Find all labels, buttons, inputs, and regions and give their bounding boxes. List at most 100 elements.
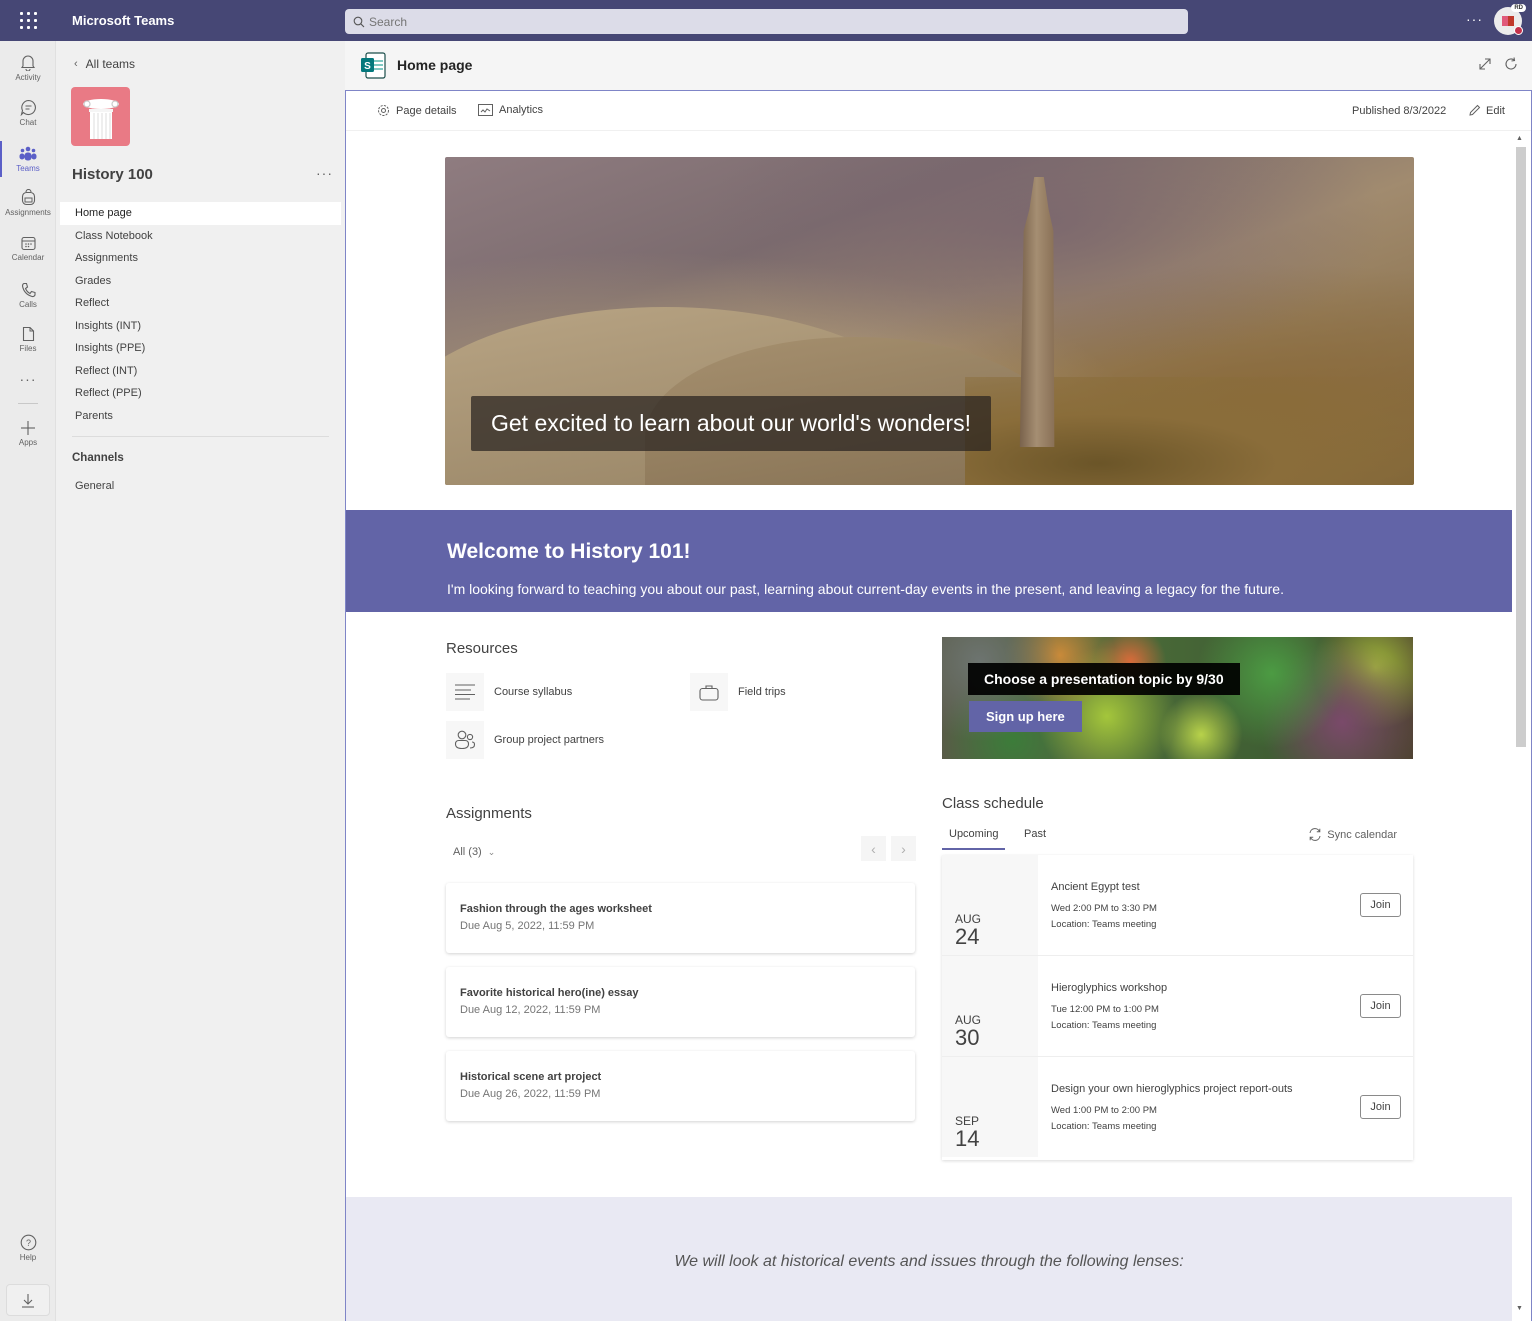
sharepoint-page-frame: Page details Analytics Published 8/3/202… (345, 90, 1532, 1321)
chevron-down-icon: ⌄ (487, 846, 496, 857)
briefcase-icon (690, 673, 728, 711)
join-button[interactable]: Join (1360, 1095, 1401, 1119)
search-bar[interactable] (345, 9, 1188, 34)
people-icon (446, 721, 484, 759)
assignment-card[interactable]: Favorite historical hero(ine) essay Due … (446, 967, 915, 1037)
scroll-up-arrow[interactable]: ▲ (1516, 135, 1523, 142)
phone-icon (21, 282, 36, 297)
app-rail: Activity Chat Teams Assignments Calendar… (0, 41, 56, 1321)
join-button[interactable]: Join (1360, 893, 1401, 917)
team-nav-insights-ppe[interactable]: Insights (PPE) (60, 337, 341, 360)
sharepoint-icon: S (361, 52, 386, 79)
app-launcher-button[interactable] (0, 0, 56, 41)
resource-group-project-partners[interactable]: Group project partners (446, 721, 604, 759)
waffle-icon (19, 12, 37, 29)
lines-icon (446, 673, 484, 711)
scrollbar-thumb[interactable] (1516, 147, 1526, 747)
rail-item-assignments[interactable]: Assignments (0, 181, 56, 225)
resource-course-syllabus[interactable]: Course syllabus (446, 673, 572, 711)
event-title: Design your own hieroglyphics project re… (1051, 1083, 1293, 1095)
rail-item-help[interactable]: ? Help (0, 1226, 56, 1270)
team-nav-insights-int[interactable]: Insights (INT) (60, 315, 341, 338)
plus-icon (21, 420, 35, 435)
team-nav-reflect-int[interactable]: Reflect (INT) (60, 360, 341, 383)
event-date: SEP 14 (942, 1057, 1038, 1157)
more-icon: ··· (19, 371, 37, 387)
team-sidebar: ‹ All teams History 100 ··· Home page Cl… (56, 41, 345, 1321)
all-teams-link[interactable]: ‹ All teams (74, 57, 135, 71)
previous-page-button[interactable]: ‹ (861, 836, 886, 861)
hero-banner[interactable]: Get excited to learn about our world's w… (445, 157, 1414, 485)
team-nav-class-notebook[interactable]: Class Notebook (60, 225, 341, 248)
header-actions (1478, 57, 1518, 71)
team-nav-grades[interactable]: Grades (60, 270, 341, 293)
lenses-section: We will look at historical events and is… (346, 1197, 1512, 1321)
rail-item-teams[interactable]: Teams (0, 137, 56, 181)
rail-item-activity[interactable]: Activity (0, 46, 56, 90)
rail-item-calls[interactable]: Calls (0, 273, 56, 317)
rail-item-calendar[interactable]: Calendar (0, 227, 56, 271)
rail-item-files[interactable]: Files (0, 317, 56, 361)
join-button[interactable]: Join (1360, 994, 1401, 1018)
expand-icon[interactable] (1478, 57, 1492, 71)
team-nav-parents[interactable]: Parents (60, 405, 341, 428)
channel-general[interactable]: General (75, 480, 114, 492)
team-nav-assignments[interactable]: Assignments (60, 247, 341, 270)
profile-avatar[interactable]: RD (1494, 4, 1526, 35)
channels-heading: Channels (72, 452, 124, 464)
pencil-icon (1469, 104, 1481, 116)
promo-caption: Choose a presentation topic by 9/30 (968, 663, 1240, 695)
schedule-event[interactable]: AUG 30 Hieroglyphics workshop Tue 12:00 … (942, 956, 1413, 1057)
sign-up-button[interactable]: Sign up here (969, 701, 1082, 732)
rail-divider (18, 403, 38, 404)
command-bar: Page details Analytics Published 8/3/202… (346, 91, 1531, 131)
assignment-title: Favorite historical hero(ine) essay (460, 987, 639, 999)
download-button[interactable] (6, 1284, 50, 1316)
scroll-down-arrow[interactable]: ▼ (1516, 1305, 1523, 1312)
edit-button[interactable]: Edit (1468, 104, 1505, 117)
schedule-event[interactable]: AUG 24 Ancient Egypt test Wed 2:00 PM to… (942, 855, 1413, 956)
tab-upcoming[interactable]: Upcoming (942, 828, 1005, 850)
event-time: Tue 12:00 PM to 1:00 PM (1051, 1004, 1159, 1015)
rail-more-apps-button[interactable]: ··· (0, 357, 56, 401)
assignment-due: Due Aug 26, 2022, 11:59 PM (460, 1088, 601, 1100)
assignments-filter-dropdown[interactable]: All (3) ⌄ (453, 846, 495, 858)
rail-item-apps[interactable]: Apps (0, 411, 56, 455)
more-options-button[interactable]: ··· (1466, 11, 1483, 27)
resource-field-trips[interactable]: Field trips (690, 673, 786, 711)
assignment-title: Fashion through the ages worksheet (460, 903, 652, 915)
assignment-card[interactable]: Fashion through the ages worksheet Due A… (446, 883, 915, 953)
schedule-event[interactable]: SEP 14 Design your own hieroglyphics pro… (942, 1057, 1413, 1158)
page-title: Home page (397, 57, 473, 73)
chevron-left-icon: ‹ (871, 840, 876, 857)
tab-past[interactable]: Past (1017, 828, 1052, 848)
rail-item-chat[interactable]: Chat (0, 91, 56, 135)
welcome-text: I'm looking forward to teaching you abou… (447, 581, 1284, 597)
sync-calendar-button[interactable]: Sync calendar (1308, 828, 1397, 841)
assignment-card[interactable]: Historical scene art project Due Aug 26,… (446, 1051, 915, 1121)
chat-icon (20, 99, 36, 116)
promo-banner: Choose a presentation topic by 9/30 Sign… (942, 637, 1413, 759)
analytics-button[interactable]: Analytics (478, 104, 543, 116)
refresh-icon[interactable] (1504, 57, 1518, 71)
svg-text:?: ? (25, 1238, 30, 1248)
help-icon: ? (20, 1234, 36, 1251)
event-location: Location: Teams meeting (1051, 919, 1157, 930)
event-time: Wed 1:00 PM to 2:00 PM (1051, 1105, 1157, 1116)
welcome-title: Welcome to History 101! (447, 540, 691, 563)
team-nav-home-page[interactable]: Home page (60, 202, 341, 225)
calendar-icon (20, 236, 36, 251)
next-page-button[interactable]: › (891, 836, 916, 861)
download-icon (22, 1293, 34, 1308)
event-location: Location: Teams meeting (1051, 1020, 1157, 1031)
team-nav-reflect-ppe[interactable]: Reflect (PPE) (60, 382, 341, 405)
file-icon (22, 326, 34, 341)
avatar-badge: RD (1511, 4, 1526, 12)
event-title: Ancient Egypt test (1051, 881, 1140, 893)
team-nav-reflect[interactable]: Reflect (60, 292, 341, 315)
event-date: AUG 24 (942, 855, 1038, 955)
team-more-options-button[interactable]: ··· (316, 165, 333, 181)
resources-heading: Resources (446, 640, 518, 657)
search-input[interactable] (369, 14, 1169, 29)
page-details-button[interactable]: Page details (377, 104, 457, 117)
